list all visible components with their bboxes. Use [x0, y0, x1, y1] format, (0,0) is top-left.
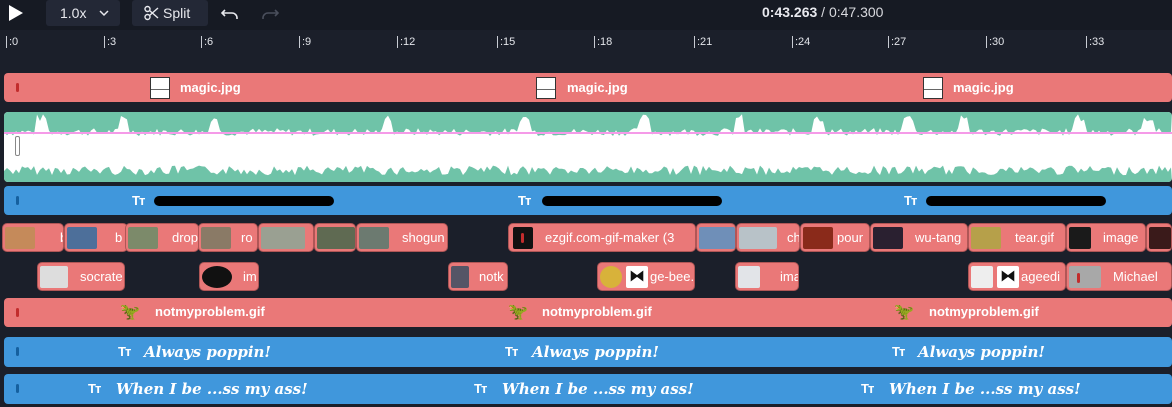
- text-type-icon: Tт: [474, 381, 487, 396]
- gif-clip[interactable]: [696, 223, 736, 252]
- total-time: 0:47.300: [828, 4, 884, 20]
- gif-clip[interactable]: im: [199, 262, 259, 291]
- toolbar: 1.0x Split 0:43.263 / 0:47.300: [0, 0, 1172, 30]
- text-clip-label: Always poppin!: [532, 343, 660, 361]
- current-time: 0:43.263: [762, 4, 818, 20]
- bird-thumbnail: 🦖: [120, 304, 140, 321]
- redo-icon: [262, 9, 280, 19]
- image-clip-magic[interactable]: magic.jpg magic.jpg magic.jpg: [4, 73, 1172, 102]
- text-clip-label: When I be ...ss my ass!: [116, 380, 308, 398]
- speed-label: 1.0x: [60, 5, 87, 21]
- undo-icon: [220, 9, 238, 19]
- playback-speed-dropdown[interactable]: 1.0x: [46, 0, 120, 26]
- redo-button[interactable]: [261, 5, 280, 23]
- text-type-icon: Tт: [892, 344, 905, 359]
- text-type-icon: Tт: [88, 381, 101, 396]
- redaction-scribble: [154, 196, 334, 206]
- thumbnail: [150, 77, 170, 99]
- gif-clip[interactable]: ⧓ ge-bee.: [597, 262, 695, 291]
- split-label: Split: [163, 5, 191, 21]
- clip-label: magic.jpg: [180, 80, 241, 95]
- text-type-icon: Tт: [518, 193, 531, 208]
- clip-handle[interactable]: [16, 83, 19, 92]
- chevron-down-icon: [99, 0, 109, 34]
- gif-clip[interactable]: Michael: [1066, 262, 1172, 291]
- gif-clip[interactable]: drop: [125, 223, 199, 252]
- clip-label: notmyproblem.gif: [542, 304, 652, 319]
- play-icon: [9, 5, 23, 21]
- text-clip-when-i-be[interactable]: Tт When I be ...ss my ass! Tт When I be …: [4, 374, 1172, 404]
- clip-handle[interactable]: [16, 308, 19, 317]
- redaction-scribble: [926, 196, 1106, 206]
- gif-clip[interactable]: image: [1066, 223, 1146, 252]
- gif-clip[interactable]: pour: [800, 223, 870, 252]
- gif-clip[interactable]: [314, 223, 356, 252]
- timeline-ruler[interactable]: :0 :3 :6 :9 :12 :15 :18 :21 :24 :27 :30 …: [0, 33, 1172, 55]
- gif-clip[interactable]: shogun: [356, 223, 448, 252]
- timecode-display: 0:43.263 / 0:47.300: [762, 4, 883, 20]
- scissors-icon: [144, 0, 159, 34]
- text-type-icon: Tт: [132, 193, 145, 208]
- text-clip-label: Always poppin!: [144, 343, 272, 361]
- text-type-icon: Tт: [904, 193, 917, 208]
- volume-line: [4, 132, 1172, 134]
- clip-handle[interactable]: [16, 196, 19, 205]
- clip-label: notmyproblem.gif: [155, 304, 265, 319]
- waveform-shape: [4, 165, 1172, 182]
- text-clip-label: When I be ...ss my ass!: [889, 380, 1081, 398]
- time-separator: /: [821, 4, 826, 20]
- gif-clip[interactable]: ezgif.com-gif-maker (3: [508, 223, 696, 252]
- clip-handle[interactable]: [16, 347, 19, 356]
- gif-clip[interactable]: b: [64, 223, 128, 252]
- text-clip-redacted[interactable]: Tт Tт Tт: [4, 186, 1172, 215]
- gif-clip[interactable]: socrate: [37, 262, 125, 291]
- text-clip-always-poppin[interactable]: Tт Always poppin! Tт Always poppin! Tт A…: [4, 337, 1172, 367]
- gif-clip[interactable]: [258, 223, 314, 252]
- text-clip-label: Always poppin!: [918, 343, 1046, 361]
- gif-clip[interactable]: b: [2, 223, 64, 252]
- gif-clip[interactable]: ro: [198, 223, 258, 252]
- text-clip-label: When I be ...ss my ass!: [502, 380, 694, 398]
- gif-clip[interactable]: ch: [736, 223, 800, 252]
- clip-label: magic.jpg: [953, 80, 1014, 95]
- clip-handle[interactable]: [15, 136, 20, 156]
- gif-clip[interactable]: tear.gif: [968, 223, 1066, 252]
- bird-thumbnail: 🦖: [508, 304, 528, 321]
- text-type-icon: Tт: [861, 381, 874, 396]
- audio-waveform: [4, 112, 1172, 182]
- clip-handle[interactable]: [16, 384, 19, 393]
- thumbnail: [536, 77, 556, 99]
- gif-clip-notmyproblem[interactable]: 🦖 notmyproblem.gif 🦖 notmyproblem.gif 🦖 …: [4, 298, 1172, 327]
- gif-clip[interactable]: notk: [448, 262, 508, 291]
- undo-button[interactable]: [220, 5, 239, 23]
- thumbnail: [923, 77, 943, 99]
- audio-clip[interactable]: [4, 112, 1172, 182]
- text-type-icon: Tт: [118, 344, 131, 359]
- split-button[interactable]: Split: [132, 0, 208, 26]
- gif-clip[interactable]: [1146, 223, 1172, 252]
- clip-label: notmyproblem.gif: [929, 304, 1039, 319]
- text-type-icon: Tт: [505, 344, 518, 359]
- bird-thumbnail: 🦖: [894, 304, 914, 321]
- play-button[interactable]: [8, 4, 32, 26]
- clip-label: magic.jpg: [567, 80, 628, 95]
- gif-clip[interactable]: ima: [735, 262, 799, 291]
- gif-clip[interactable]: ⧓ ageedi: [968, 262, 1066, 291]
- gif-clip[interactable]: wu-tang: [870, 223, 968, 252]
- redaction-scribble: [542, 196, 722, 206]
